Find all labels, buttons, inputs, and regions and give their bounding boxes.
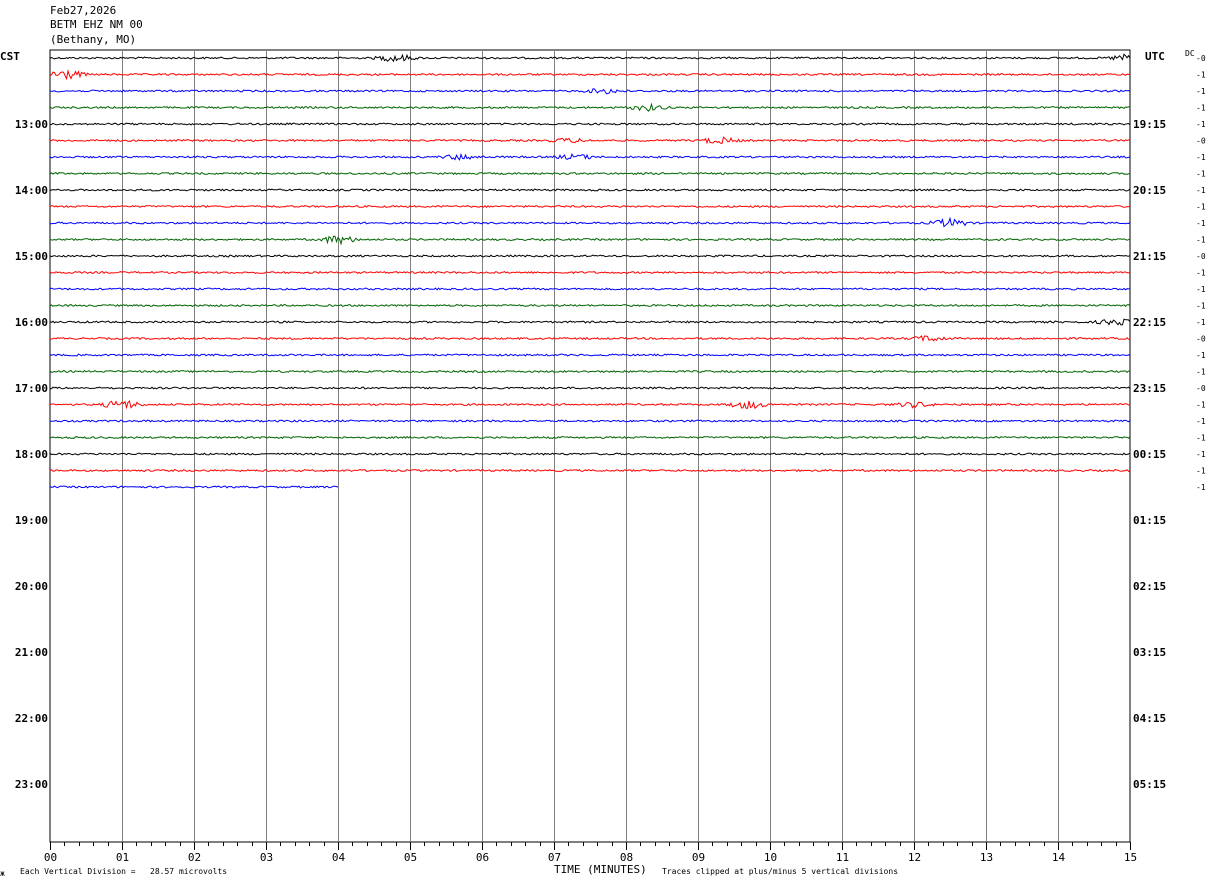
seismic-trace (49, 254, 1131, 258)
left-hour-label: 19:00 (15, 514, 48, 527)
dc-offset-label: -1 (1196, 219, 1206, 228)
seismic-trace (49, 318, 1131, 326)
dc-offset-label: -1 (1196, 236, 1206, 245)
dc-offset-label: -1 (1196, 351, 1206, 360)
dc-offset-label: -0 (1196, 54, 1206, 63)
minute-tick-label: 11 (836, 851, 849, 864)
seismic-trace (49, 353, 1131, 357)
left-hour-label: 20:00 (15, 580, 48, 593)
helicorder-plot: 00 01 02 03 04 05 06 07 08 09 10 11 12 13 14 1513:0014:… (15, 49, 1206, 864)
seismic-trace (49, 136, 1131, 145)
right-hour-label: 03:15 (1133, 646, 1166, 659)
left-hour-label: 22:00 (15, 712, 48, 725)
dc-offset-label: -1 (1196, 434, 1206, 443)
plot-frame (49, 49, 1131, 843)
right-hour-label: 04:15 (1133, 712, 1166, 725)
left-hour-label: 17:00 (15, 382, 48, 395)
dc-offset-label: -1 (1196, 285, 1206, 294)
minute-tick-label: 06 (476, 851, 489, 864)
seismic-trace (49, 204, 1131, 209)
minute-tick-label: 02 (188, 851, 201, 864)
dc-offset-label: -1 (1196, 71, 1206, 80)
dc-offset-label: -1 (1196, 401, 1206, 410)
minute-tick-label: 14 (1052, 851, 1066, 864)
dc-offset-label: -1 (1196, 87, 1206, 96)
dc-offset-label: -1 (1196, 450, 1206, 459)
dc-offset-label: -1 (1196, 186, 1206, 195)
left-hour-label: 13:00 (15, 118, 48, 131)
right-hour-label: 19:15 (1133, 118, 1166, 131)
seismic-trace (49, 400, 1131, 410)
scale-note: Each Vertical Division = 28.57 microvolt… (20, 867, 228, 876)
dc-offset-label: -1 (1196, 483, 1206, 492)
minute-tick-label: 12 (908, 851, 921, 864)
dc-offset-label: -0 (1196, 384, 1206, 393)
minute-tick-label: 04 (332, 851, 346, 864)
left-hour-label: 23:00 (15, 778, 48, 791)
minute-tick-label: 00 (44, 851, 57, 864)
dc-offset-label: -0 (1196, 335, 1206, 344)
seismic-trace (49, 270, 1131, 275)
dc-offset-label: -1 (1196, 467, 1206, 476)
seismic-trace (49, 69, 1131, 81)
right-hour-label: 23:15 (1133, 382, 1166, 395)
minute-tick-label: 15 (1124, 851, 1137, 864)
dc-offset-label: -0 (1196, 137, 1206, 146)
right-hour-label: 22:15 (1133, 316, 1166, 329)
right-hour-label: 01:15 (1133, 514, 1166, 527)
right-hour-label: 05:15 (1133, 778, 1166, 791)
right-hour-label: 00:15 (1133, 448, 1166, 461)
corner-mark: ж (0, 869, 5, 878)
right-hour-label: 20:15 (1133, 184, 1166, 197)
seismic-trace (49, 335, 1131, 342)
seismic-trace (49, 435, 1131, 440)
left-hour-label: 18:00 (15, 448, 48, 461)
seismic-trace (49, 303, 1131, 308)
dc-offset-label: -1 (1196, 302, 1206, 311)
dc-offset-label: -1 (1196, 368, 1206, 377)
seismic-trace (49, 369, 1130, 374)
clip-note: Traces clipped at plus/minus 5 vertical … (662, 867, 899, 876)
minute-tick-label: 09 (692, 851, 705, 864)
seismic-trace (49, 235, 1131, 246)
seismic-trace (49, 386, 1131, 390)
seismic-trace (49, 419, 1131, 423)
left-hour-label: 16:00 (15, 316, 48, 329)
dc-offset-label: -1 (1196, 269, 1206, 278)
right-hour-label: 02:15 (1133, 580, 1166, 593)
x-axis-title: TIME (MINUTES) (554, 863, 647, 876)
right-hour-label: 21:15 (1133, 250, 1166, 263)
dc-offset-label: -1 (1196, 318, 1206, 327)
minute-tick-label: 05 (404, 851, 417, 864)
minute-tick-label: 10 (764, 851, 777, 864)
seismic-trace (49, 171, 1131, 176)
seismic-trace (50, 88, 1131, 95)
dc-offset-label: -0 (1196, 252, 1206, 261)
dc-offset-label: -1 (1196, 417, 1206, 426)
dc-offset-label: -1 (1196, 153, 1206, 162)
seismic-trace (49, 122, 1131, 126)
minute-tick-label: 01 (116, 851, 129, 864)
seismic-trace (49, 102, 1131, 112)
left-hour-label: 21:00 (15, 646, 48, 659)
dc-offset-label: -1 (1196, 120, 1206, 129)
left-hour-label: 14:00 (15, 184, 48, 197)
seismic-trace (49, 152, 1131, 161)
minute-tick-label: 03 (260, 851, 273, 864)
seismic-trace (49, 468, 1131, 473)
seismic-trace (49, 216, 1131, 228)
seismic-trace (49, 452, 1131, 456)
dc-offset-label: -1 (1196, 170, 1206, 179)
dc-offset-label: -1 (1196, 104, 1206, 113)
seismic-trace (49, 287, 1131, 291)
seismic-trace (49, 53, 1131, 63)
seismic-trace (49, 188, 1131, 192)
minute-tick-label: 13 (980, 851, 993, 864)
dc-offset-label: -1 (1196, 203, 1206, 212)
left-hour-label: 15:00 (15, 250, 48, 263)
